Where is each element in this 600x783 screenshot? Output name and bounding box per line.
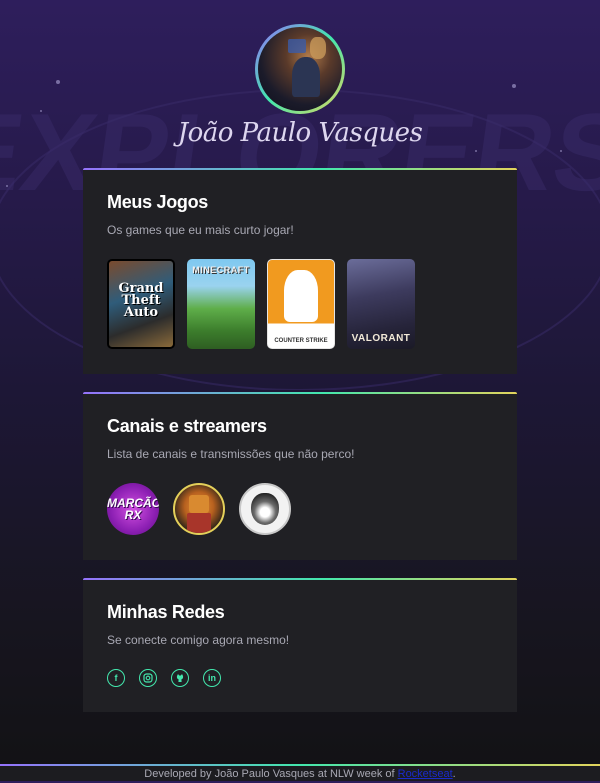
channel-tiger[interactable] bbox=[239, 483, 291, 535]
game-counter-strike[interactable]: COUNTER STRIKE bbox=[267, 259, 335, 349]
star-dot bbox=[475, 150, 477, 152]
footer-text: Developed by João Paulo Vasques at NLW w… bbox=[144, 768, 395, 780]
soldier-silhouette-icon bbox=[284, 270, 318, 322]
games-card-title: Meus Jogos bbox=[107, 192, 209, 212]
game-minecraft[interactable]: MINECRAFT bbox=[187, 259, 255, 349]
tiger-icon bbox=[251, 493, 279, 525]
github-icon[interactable] bbox=[171, 669, 189, 687]
games-card-subtitle: Os games que eu mais curto jogar! bbox=[107, 223, 294, 237]
game-label: VALORANT bbox=[351, 333, 411, 344]
footer: Developed by João Paulo Vasques at NLW w… bbox=[0, 764, 600, 781]
socials-card-title: Minhas Redes bbox=[107, 602, 225, 622]
profile-header: João Paulo Vasques bbox=[0, 24, 600, 148]
star-dot bbox=[6, 185, 8, 187]
game-label: Grand Theft Auto bbox=[118, 281, 164, 320]
channels-card: Canais e streamers Lista de canais e tra… bbox=[83, 392, 517, 560]
channels-card-subtitle: Lista de canais e transmissões que não p… bbox=[107, 447, 355, 461]
game-gta-v[interactable]: Grand Theft Auto bbox=[107, 259, 175, 349]
socials-card-subtitle: Se conecte comigo agora mesmo! bbox=[107, 633, 290, 647]
channel-marcao-rx[interactable]: MARCÃO RX bbox=[107, 483, 159, 535]
channels-list: MARCÃO RX bbox=[107, 483, 493, 535]
linkedin-icon[interactable]: in bbox=[203, 669, 221, 687]
socials-card: Minhas Redes Se conecte comigo agora mes… bbox=[83, 578, 517, 712]
avatar bbox=[258, 27, 342, 111]
rocketseat-link[interactable]: Rocketseat bbox=[398, 768, 453, 780]
avatar-ring bbox=[255, 24, 345, 114]
channel-label: MARCÃO RX bbox=[107, 496, 159, 522]
star-dot bbox=[560, 150, 562, 152]
channels-card-title: Canais e streamers bbox=[107, 416, 267, 436]
social-links: f in bbox=[107, 669, 493, 687]
game-valorant[interactable]: VALORANT bbox=[347, 259, 415, 349]
instagram-icon[interactable] bbox=[139, 669, 157, 687]
profile-name: João Paulo Vasques bbox=[177, 118, 423, 148]
games-card: Meus Jogos Os games que eu mais curto jo… bbox=[83, 168, 517, 374]
games-list: Grand Theft Auto MINECRAFT COUNTER STRIK… bbox=[107, 259, 493, 349]
facebook-icon[interactable]: f bbox=[107, 669, 125, 687]
game-label: COUNTER STRIKE bbox=[274, 338, 328, 344]
game-label: MINECRAFT bbox=[192, 265, 250, 275]
channel-fox-streamer[interactable] bbox=[173, 483, 225, 535]
